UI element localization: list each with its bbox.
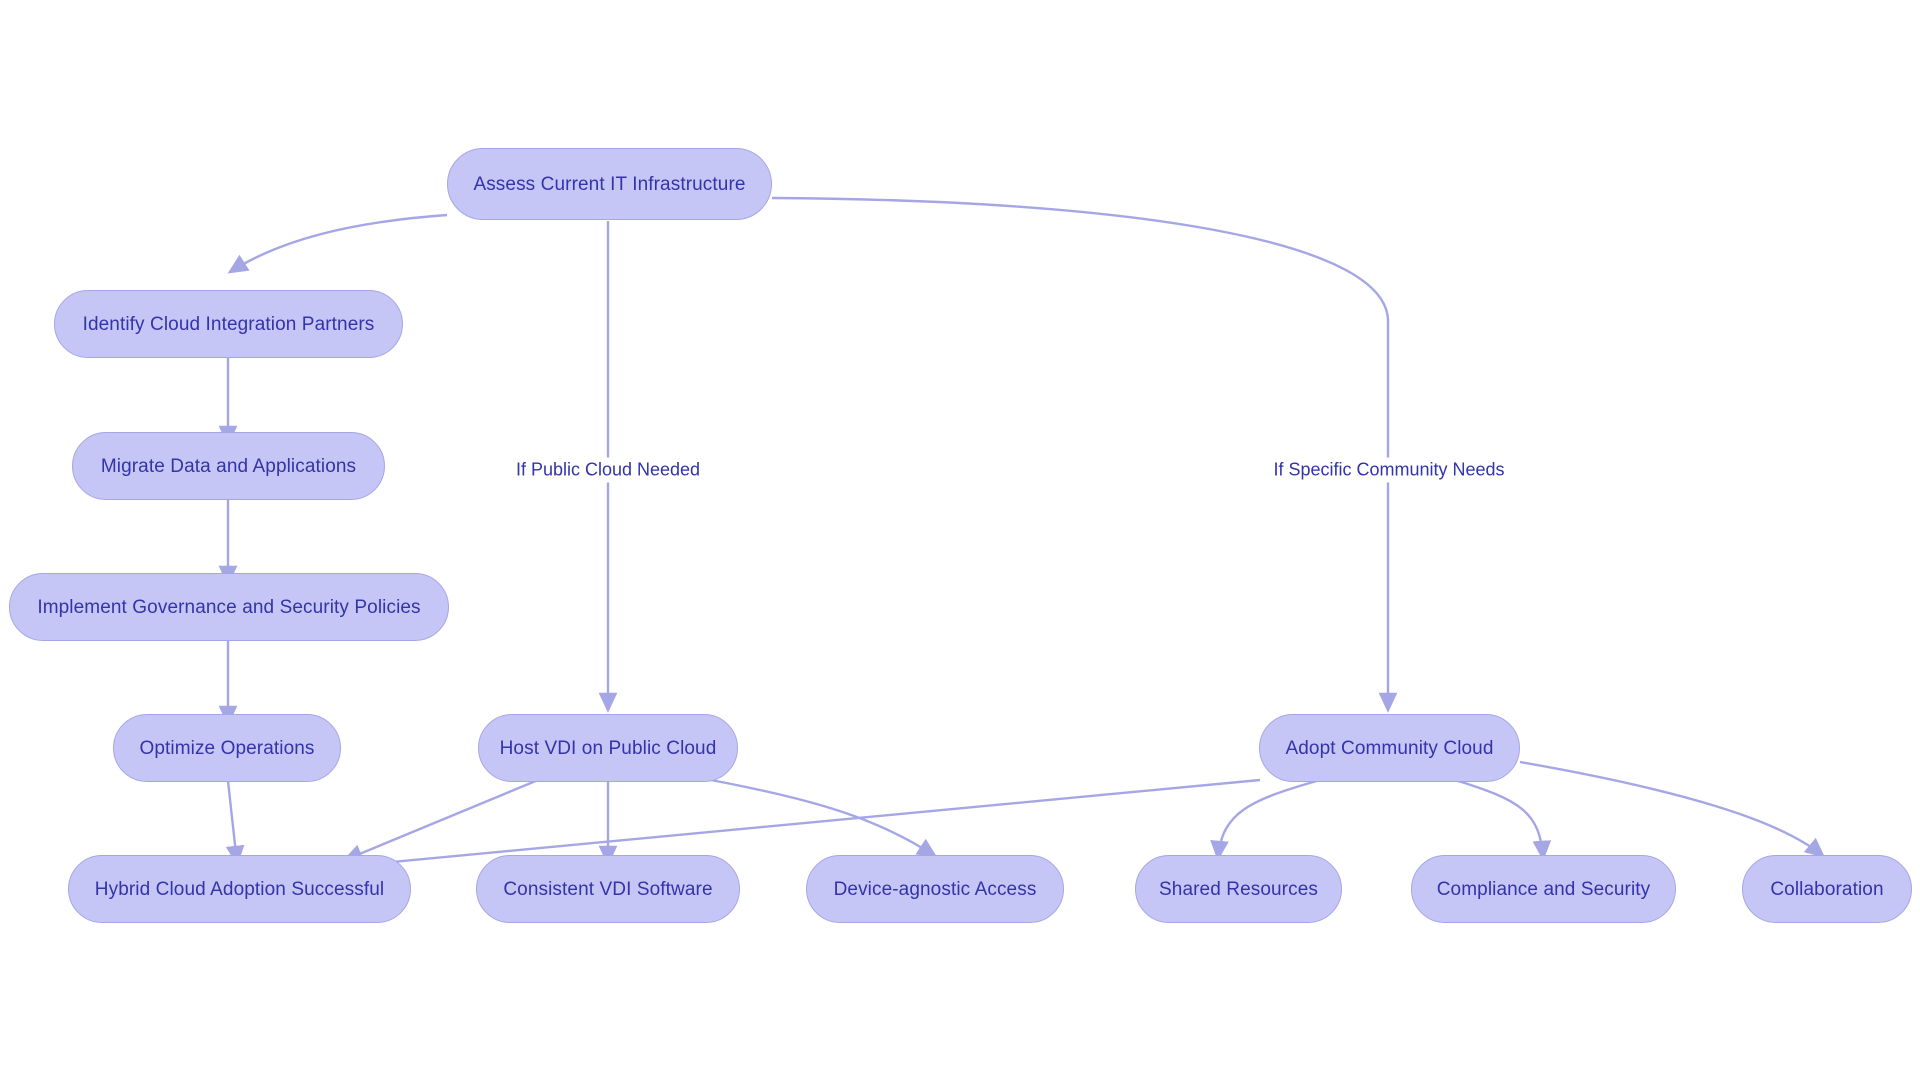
node-label: Host VDI on Public Cloud xyxy=(499,737,717,759)
edge-label-if-specific-community-needs: If Specific Community Needs xyxy=(1267,457,1511,483)
node-label: Device-agnostic Access xyxy=(833,878,1037,900)
flowchart-canvas: Assess Current IT Infrastructure Identif… xyxy=(0,0,1920,1080)
node-identify-cloud-integration-partners[interactable]: Identify Cloud Integration Partners xyxy=(54,290,403,358)
node-optimize-operations[interactable]: Optimize Operations xyxy=(113,714,341,782)
edge-hostvdi-device xyxy=(699,776,938,858)
node-label: Collaboration xyxy=(1770,878,1884,900)
node-shared-resources[interactable]: Shared Resources xyxy=(1135,855,1342,923)
node-assess-current-it-infrastructure[interactable]: Assess Current IT Infrastructure xyxy=(447,148,772,220)
node-label: Optimize Operations xyxy=(139,737,315,759)
node-label: Migrate Data and Applications xyxy=(100,455,357,477)
edge-community-shared xyxy=(1210,778,1321,861)
edge-community-hybrid xyxy=(347,778,1261,874)
node-adopt-community-cloud[interactable]: Adopt Community Cloud xyxy=(1259,714,1520,782)
node-collaboration[interactable]: Collaboration xyxy=(1742,855,1912,923)
node-label: Compliance and Security xyxy=(1436,878,1651,900)
node-consistent-vdi-software[interactable]: Consistent VDI Software xyxy=(476,855,740,923)
edge-label-if-public-cloud-needed: If Public Cloud Needed xyxy=(509,457,707,483)
edge-community-compliance xyxy=(1454,778,1552,861)
node-compliance-and-security[interactable]: Compliance and Security xyxy=(1411,855,1676,923)
node-label: Implement Governance and Security Polici… xyxy=(37,596,421,618)
node-label: Identify Cloud Integration Partners xyxy=(82,313,375,335)
node-device-agnostic-access[interactable]: Device-agnostic Access xyxy=(806,855,1064,923)
node-hybrid-cloud-adoption-successful[interactable]: Hybrid Cloud Adoption Successful xyxy=(68,855,411,923)
node-label: Consistent VDI Software xyxy=(503,878,713,900)
node-label: Hybrid Cloud Adoption Successful xyxy=(94,878,385,900)
edge-optimize-hybrid xyxy=(225,780,245,866)
edge-assess-identify xyxy=(227,213,448,274)
edge-community-collab xyxy=(1519,760,1826,858)
node-implement-governance-and-security-policies[interactable]: Implement Governance and Security Polici… xyxy=(9,573,449,641)
node-host-vdi-on-public-cloud[interactable]: Host VDI on Public Cloud xyxy=(478,714,738,782)
edge-assess-community xyxy=(771,196,1398,713)
node-label: Assess Current IT Infrastructure xyxy=(473,173,746,195)
edge-hostvdi-hybrid xyxy=(342,778,539,863)
node-label: Adopt Community Cloud xyxy=(1285,737,1494,759)
node-migrate-data-and-applications[interactable]: Migrate Data and Applications xyxy=(72,432,385,500)
node-label: Shared Resources xyxy=(1159,878,1318,900)
